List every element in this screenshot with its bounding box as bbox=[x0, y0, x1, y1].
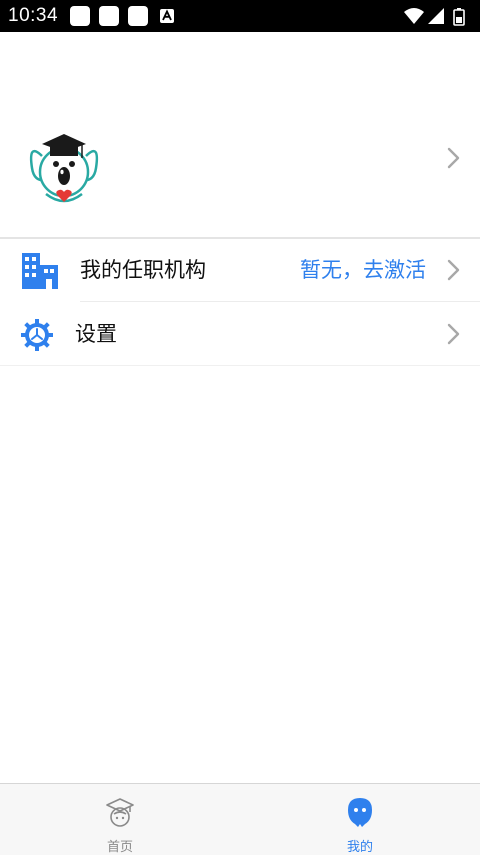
koala-graduate-avatar[interactable] bbox=[24, 128, 104, 208]
notification-square-icon bbox=[128, 6, 148, 26]
wifi-icon bbox=[404, 8, 424, 24]
settings-row[interactable]: 设置 bbox=[0, 302, 480, 364]
gear-icon bbox=[21, 319, 53, 351]
activate-link[interactable]: 暂无，去激活 bbox=[300, 255, 426, 285]
organization-row[interactable]: 我的任职机构 暂无，去激活 bbox=[0, 239, 480, 301]
nav-item-mine[interactable]: 我的 bbox=[240, 784, 480, 856]
nav-item-home[interactable]: 首页 bbox=[0, 784, 240, 856]
battery-icon bbox=[453, 8, 465, 26]
a-notification-icon bbox=[160, 9, 174, 23]
profile-header[interactable] bbox=[0, 32, 480, 237]
organization-label: 我的任职机构 bbox=[80, 258, 206, 282]
row-divider bbox=[0, 365, 480, 366]
status-bar: 10:34 bbox=[0, 0, 480, 32]
status-icons bbox=[404, 8, 465, 26]
settings-label: 设置 bbox=[75, 322, 117, 346]
chevron-right-icon bbox=[447, 259, 460, 281]
notification-square-icon bbox=[70, 6, 90, 26]
nav-label-home: 首页 bbox=[106, 840, 133, 855]
building-icon bbox=[22, 253, 58, 289]
graduation-cap-icon bbox=[106, 798, 134, 827]
nav-label-mine: 我的 bbox=[346, 840, 373, 855]
chevron-right-icon bbox=[447, 323, 460, 345]
signal-icon bbox=[428, 8, 444, 24]
chevron-right-icon[interactable] bbox=[446, 146, 462, 170]
status-time: 10:34 bbox=[8, 5, 59, 26]
notification-square-icon bbox=[99, 6, 119, 26]
bottom-nav: 首页 我的 bbox=[0, 783, 480, 855]
user-ghost-icon bbox=[348, 798, 372, 827]
